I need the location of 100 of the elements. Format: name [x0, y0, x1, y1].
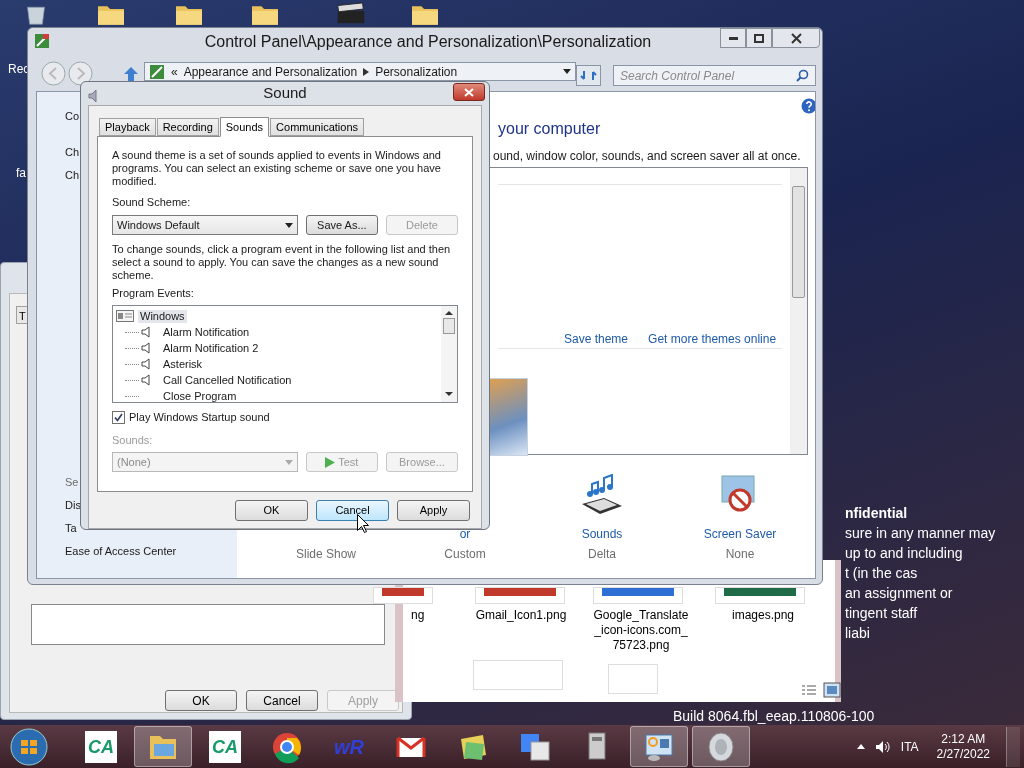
window-icon	[116, 310, 134, 322]
dialog-button[interactable]: Cancel	[246, 690, 318, 711]
file-name[interactable]: images.png	[713, 608, 813, 623]
setting-link[interactable]: Screen Saver	[703, 526, 777, 542]
checkbox-label: Play Windows Startup sound	[129, 411, 270, 424]
preview-view-icon[interactable]	[823, 682, 841, 698]
file-name[interactable]: Google_Translate_icon-icons.com_75723.png	[591, 608, 691, 653]
help-icon[interactable]	[801, 98, 815, 114]
file-thumbnail[interactable]	[373, 587, 433, 604]
clock-time: 2:12 AM	[941, 731, 986, 747]
show-hidden-icons-icon[interactable]	[856, 744, 865, 749]
breadcrumb[interactable]: «	[171, 64, 178, 79]
tree-item[interactable]: Windows	[138, 309, 187, 323]
control-panel-icon	[149, 63, 165, 80]
notice-text: up to and including	[845, 544, 964, 562]
tab[interactable]: Playback	[99, 118, 156, 136]
dialog-button[interactable]: Apply	[397, 499, 470, 521]
file-name[interactable]: Gmail_Icon1.png	[471, 608, 571, 623]
tab[interactable]: Communications	[270, 118, 364, 136]
language-indicator[interactable]: ITA	[900, 737, 919, 756]
nav-link[interactable]: Ta	[65, 522, 77, 535]
scrollbar[interactable]	[790, 168, 807, 454]
theme-link[interactable]: Save theme	[564, 330, 629, 348]
desktop-icon-label[interactable]: fa	[16, 164, 26, 182]
app-logo: wR	[334, 734, 364, 760]
volume-icon[interactable]	[874, 739, 891, 754]
scrollbar-thumb[interactable]	[443, 318, 455, 334]
events-tree[interactable]: Windows Alarm Notification Alarm Notification 2 Asterisk Call Cancelled Notification Close Program	[112, 305, 458, 403]
maximize-button[interactable]	[746, 28, 772, 48]
scrollbar[interactable]	[441, 306, 457, 402]
build-text: Build 8064.fbl_eeap.110806-100	[673, 708, 875, 724]
dropdown-value: (None)	[117, 455, 152, 469]
scroll-down-icon[interactable]	[445, 392, 453, 396]
dialog-button[interactable]: Save As...	[305, 215, 378, 235]
clock[interactable]: 2:12 AM 2/27/2022	[936, 731, 990, 762]
dialog-title: Sound	[263, 83, 307, 104]
refresh-button[interactable]	[576, 65, 601, 86]
file-thumbnail[interactable]	[473, 660, 563, 690]
notice-text: liabi	[845, 624, 871, 642]
nav-link[interactable]: Ch	[65, 169, 80, 182]
file-thumbnail[interactable]	[593, 587, 683, 604]
scrollbar-thumb[interactable]	[792, 186, 805, 298]
dialog-button[interactable]: Cancel	[316, 499, 389, 521]
chevron-right-icon	[363, 67, 370, 76]
setting-value: None	[725, 546, 755, 562]
setting-link[interactable]: Sounds	[581, 526, 623, 542]
search-icon[interactable]	[796, 69, 809, 82]
file-thumbnail[interactable]	[608, 664, 658, 694]
control-panel-icon	[34, 33, 50, 49]
close-button[interactable]	[453, 83, 485, 101]
file-thumbnail[interactable]	[715, 587, 805, 604]
instructions-text: To change sounds, click a program event in the following list and then select a sound to apply. You can save the changes as a new sound scheme.	[112, 243, 452, 282]
nav-link[interactable]: Co	[65, 110, 80, 123]
breadcrumb[interactable]: Appearance and Personalization	[183, 64, 358, 79]
checkmark-icon	[114, 413, 123, 422]
tab[interactable]: Sounds	[219, 117, 270, 137]
notice-text: nfidential	[845, 504, 909, 522]
checkbox[interactable]	[112, 411, 125, 424]
minimize-button[interactable]	[720, 28, 746, 48]
show-desktop-button[interactable]	[1006, 726, 1020, 767]
notice-text: an assignment or	[845, 584, 954, 602]
address-bar[interactable]: « Appearance and Personalization Personalization	[144, 62, 576, 81]
dropdown-arrow-icon[interactable]	[563, 69, 571, 74]
tab[interactable]: T	[16, 306, 29, 324]
play-icon	[325, 456, 336, 468]
nav-link[interactable]: Ch	[65, 146, 80, 159]
notice-text: t (in the cas	[845, 564, 919, 582]
close-button[interactable]	[772, 28, 820, 48]
tree-item[interactable]: Alarm Notification	[161, 325, 252, 339]
taskbar-button[interactable]: CA	[72, 726, 130, 767]
search-box[interactable]: Search Control Panel	[613, 65, 816, 86]
taskbar-button[interactable]: CA	[196, 726, 254, 767]
file-thumbnail[interactable]	[475, 587, 565, 604]
tree-item[interactable]: Asterisk	[161, 357, 205, 371]
nav-link[interactable]: Dis	[65, 499, 81, 512]
clapperboard-icon[interactable]	[336, 2, 366, 25]
tab[interactable]: Recording	[156, 118, 219, 136]
theme-link[interactable]: Get more themes online	[648, 330, 777, 348]
section-heading: Se	[65, 476, 79, 489]
maximize-icon	[754, 33, 764, 43]
start-button[interactable]	[8, 726, 50, 767]
notice-text: tingent staff	[845, 604, 919, 622]
nav-link[interactable]: Ease of Access Center	[65, 545, 177, 558]
tree-item[interactable]: Close Program	[161, 389, 239, 402]
search-field[interactable]: Search Control Panel	[620, 66, 796, 85]
scroll-up-icon[interactable]	[445, 311, 453, 315]
dropdown-value: Windows Default	[117, 218, 201, 232]
page-description: ound, window color, sounds, and screen saver all at once.	[493, 148, 801, 165]
tree-item[interactable]: Call Cancelled Notification	[161, 373, 294, 387]
setting-link[interactable]: or	[459, 526, 471, 542]
field-label: Program Events:	[112, 287, 195, 300]
dialog-button[interactable]: OK	[235, 499, 308, 521]
dialog-button[interactable]: OK	[165, 690, 237, 711]
breadcrumb[interactable]: Personalization	[375, 64, 458, 79]
field-label: Sounds:	[112, 434, 154, 447]
tree-item[interactable]: Alarm Notification 2	[161, 341, 261, 355]
close-icon	[790, 32, 802, 44]
scheme-dropdown[interactable]: Windows Default	[112, 215, 298, 235]
up-arrow-icon[interactable]	[123, 66, 139, 82]
file-name[interactable]: ng	[411, 608, 441, 623]
